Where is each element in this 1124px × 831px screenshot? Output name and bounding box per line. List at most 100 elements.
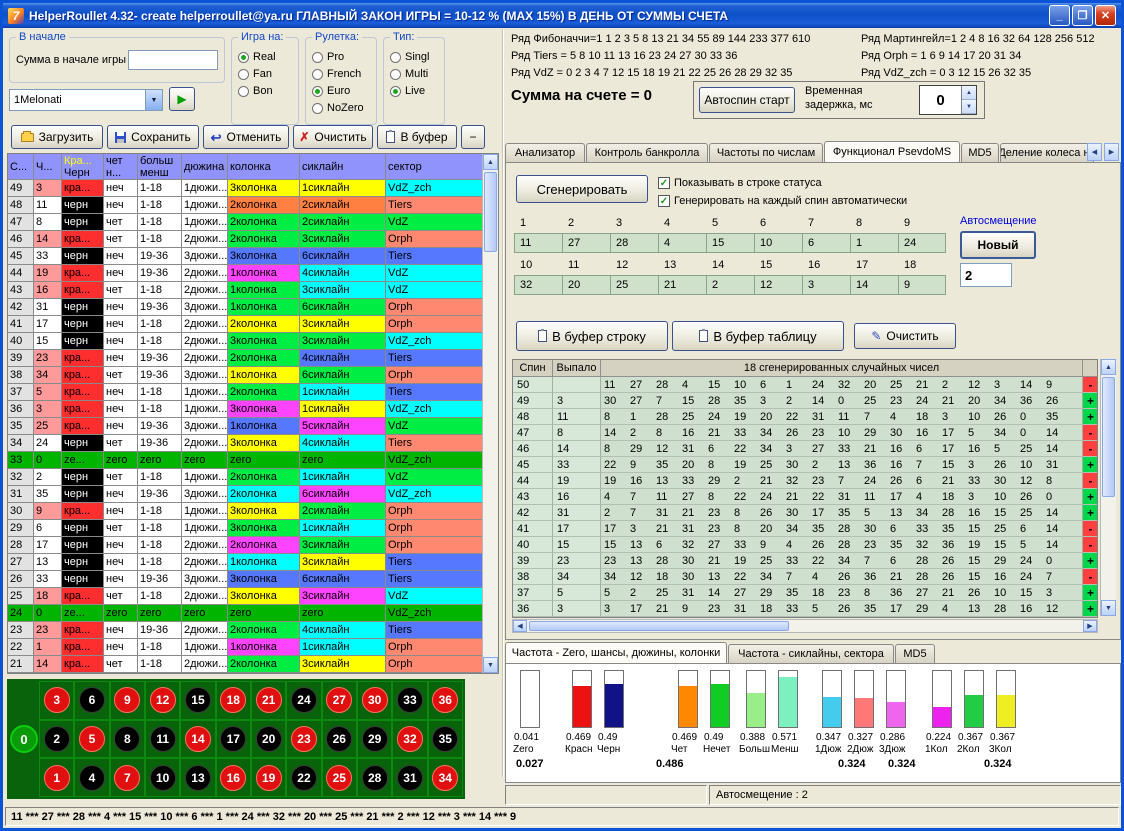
generated-row[interactable]: 3923231328302119253322347628261529240+ [513, 553, 1097, 569]
radio-option-euro[interactable]: Euro [312, 85, 370, 97]
history-row[interactable]: 4614кра...чет1-182дюжи...2колонка3сиклай… [8, 231, 498, 248]
board-cell[interactable]: 8 [110, 720, 145, 759]
board-cell[interactable]: 5 [74, 720, 109, 759]
autoshift-new-button[interactable]: Новый [960, 231, 1036, 259]
board-cell[interactable]: 3 [39, 681, 74, 720]
history-row[interactable]: 3525кра...неч19-363дюжи...1колонка5сикла… [8, 418, 498, 435]
board-cell[interactable]: 27 [322, 681, 357, 720]
board-zero-cell[interactable]: 0 [9, 681, 39, 797]
autospin-start-button[interactable]: Автоспин старт [699, 87, 795, 113]
history-row[interactable]: 2323кра...неч19-362дюжи...2колонка4сикла… [8, 622, 498, 639]
history-row[interactable]: 3135черннеч19-363дюжи...2колонка6сиклайн… [8, 486, 498, 503]
history-row[interactable]: 2817черннеч1-182дюжи...2колонка3сиклайнO… [8, 537, 498, 554]
clear-generated-button[interactable]: ✎ Очистить [854, 323, 956, 349]
scroll-up-icon[interactable]: ▲ [1101, 359, 1116, 375]
board-cell[interactable]: 18 [216, 681, 251, 720]
radio-option-nozero[interactable]: NoZero [312, 102, 370, 114]
scrollbar-thumb[interactable] [484, 172, 497, 252]
board-cell[interactable]: 24 [286, 681, 321, 720]
clear-button[interactable]: ✗ Очистить [293, 125, 373, 149]
board-cell[interactable]: 13 [180, 758, 215, 797]
scroll-down-icon[interactable]: ▼ [1101, 600, 1116, 616]
generate-button[interactable]: Сгенерировать [516, 175, 648, 203]
tabs-scroll-right-icon[interactable]: ▶ [1104, 143, 1119, 161]
history-row[interactable]: 4419кра...неч19-362дюжи...1колонка4сикла… [8, 265, 498, 282]
radio-option-french[interactable]: French [312, 68, 370, 80]
generated-row[interactable]: 3834341218301322347426362128261516247- [513, 569, 1097, 585]
history-row[interactable]: 4811черннеч1-181дюжи...2колонка2сиклайнT… [8, 197, 498, 214]
radio-option-bon[interactable]: Bon [238, 85, 292, 97]
history-row[interactable]: 4015черннеч1-182дюжи...3колонка3сиклайнV… [8, 333, 498, 350]
generated-horizontal-scrollbar[interactable]: ◀ ▶ [512, 619, 1098, 633]
close-button[interactable]: ✕ [1095, 5, 1116, 26]
chevron-down-icon[interactable]: ▼ [145, 90, 162, 110]
scrollbar-thumb[interactable] [529, 621, 789, 631]
save-button[interactable]: Сохранить [107, 125, 199, 149]
spinner-up-icon[interactable]: ▲ [962, 86, 976, 100]
board-cell[interactable]: 31 [392, 758, 427, 797]
spinner-down-icon[interactable]: ▼ [962, 100, 976, 114]
history-row[interactable]: 493кра...неч1-181дюжи...3колонка1сиклайн… [8, 180, 498, 197]
board-cell[interactable]: 11 [145, 720, 180, 759]
radio-option-real[interactable]: Real [238, 51, 292, 63]
autoshift-input[interactable] [960, 263, 1012, 287]
board-cell[interactable]: 35 [428, 720, 463, 759]
scroll-left-icon[interactable]: ◀ [513, 620, 527, 632]
history-row[interactable]: 2114кра...чет1-182дюжи...2колонка3сиклай… [8, 656, 498, 673]
undo-button[interactable]: ↩ Отменить [203, 125, 289, 149]
generate-each-spin-checkbox[interactable]: ✓ Генерировать на каждый спин автоматиче… [658, 195, 907, 207]
board-cell[interactable]: 20 [251, 720, 286, 759]
history-row[interactable]: 4117черннеч1-182дюжи...2колонка3сиклайнO… [8, 316, 498, 333]
preset-combobox[interactable]: 1Melonati ▼ [9, 89, 163, 111]
generated-vertical-scrollbar[interactable]: ▲ ▼ [1100, 359, 1116, 616]
history-row[interactable]: 3424чернчет19-362дюжи...3колонка4сиклайн… [8, 435, 498, 452]
copy-row-button[interactable]: В буфер строку [516, 321, 668, 351]
generated-row[interactable]: 45332293520819253021336167153261031+ [513, 457, 1097, 473]
generated-row[interactable]: 37552253114272935182383627212610153+ [513, 585, 1097, 601]
history-row[interactable]: 2518кра...чет1-182дюжи...3колонка3сиклай… [8, 588, 498, 605]
board-cell[interactable]: 15 [180, 681, 215, 720]
history-row[interactable]: 4316кра...чет1-182дюжи...1колонка3сиклай… [8, 282, 498, 299]
generated-row[interactable]: 36331721923311833526351729413281612+ [513, 601, 1097, 617]
board-cell[interactable]: 7 [110, 758, 145, 797]
board-cell[interactable]: 6 [74, 681, 109, 720]
copy-buffer-button[interactable]: В буфер [377, 125, 457, 149]
history-row[interactable]: 4231черннеч19-363дюжи...1колонка6сиклайн… [8, 299, 498, 316]
show-in-status-checkbox[interactable]: ✓ Показывать в строке статуса [658, 177, 822, 189]
board-cell[interactable]: 10 [145, 758, 180, 797]
copy-table-button[interactable]: В буфер таблицу [672, 321, 844, 351]
board-cell[interactable]: 21 [251, 681, 286, 720]
board-cell[interactable]: 14 [180, 720, 215, 759]
minimize-button[interactable]: _ [1049, 5, 1070, 26]
radio-option-multi[interactable]: Multi [390, 68, 438, 80]
generated-row[interactable]: 401515136322733942628233532361915514- [513, 537, 1097, 553]
history-row[interactable]: 2713черннеч1-182дюжи...1колонка3сиклайнT… [8, 554, 498, 571]
board-cell[interactable]: 22 [286, 758, 321, 797]
main-tab[interactable]: Анализатор [505, 143, 585, 162]
frequency-tab[interactable]: MD5 [895, 644, 935, 663]
history-row[interactable]: 363кра...неч1-181дюжи...3колонка1сиклайн… [8, 401, 498, 418]
radio-option-live[interactable]: Live [390, 85, 438, 97]
board-cell[interactable]: 1 [39, 758, 74, 797]
generated-row[interactable]: 49330277152835321402523242120343626+ [513, 393, 1097, 409]
generated-row[interactable]: 4811812825241920223111741831026035+ [513, 409, 1097, 425]
history-row[interactable]: 221кра...неч1-181дюжи...1колонка1сиклайн… [8, 639, 498, 656]
generated-row[interactable]: 50112728415106124322025212123149- [513, 377, 1097, 393]
board-cell[interactable]: 4 [74, 758, 109, 797]
board-cell[interactable]: 25 [322, 758, 357, 797]
main-tab[interactable]: Частоты по числам [709, 143, 823, 162]
play-button[interactable]: ▶ [169, 87, 195, 111]
history-row[interactable]: 2633черннеч19-363дюжи...3колонка6сиклайн… [8, 571, 498, 588]
frequency-tab[interactable]: Частота - сиклайны, сектора [728, 644, 894, 663]
board-cell[interactable]: 9 [110, 681, 145, 720]
generated-row[interactable]: 411717321312382034352830633351525614- [513, 521, 1097, 537]
board-cell[interactable]: 19 [251, 758, 286, 797]
board-cell[interactable]: 33 [392, 681, 427, 720]
load-button[interactable]: Загрузить [11, 125, 103, 149]
scrollbar-thumb[interactable] [1102, 377, 1115, 497]
radio-option-pro[interactable]: Pro [312, 51, 370, 63]
tabs-scroll-left-icon[interactable]: ◀ [1087, 143, 1102, 161]
history-row[interactable]: 478чернчет1-181дюжи...2колонка2сиклайнVd… [8, 214, 498, 231]
delay-spinner[interactable]: 0 ▲ ▼ [919, 85, 977, 115]
generated-row[interactable]: 423127312123826301735513342816152514+ [513, 505, 1097, 521]
